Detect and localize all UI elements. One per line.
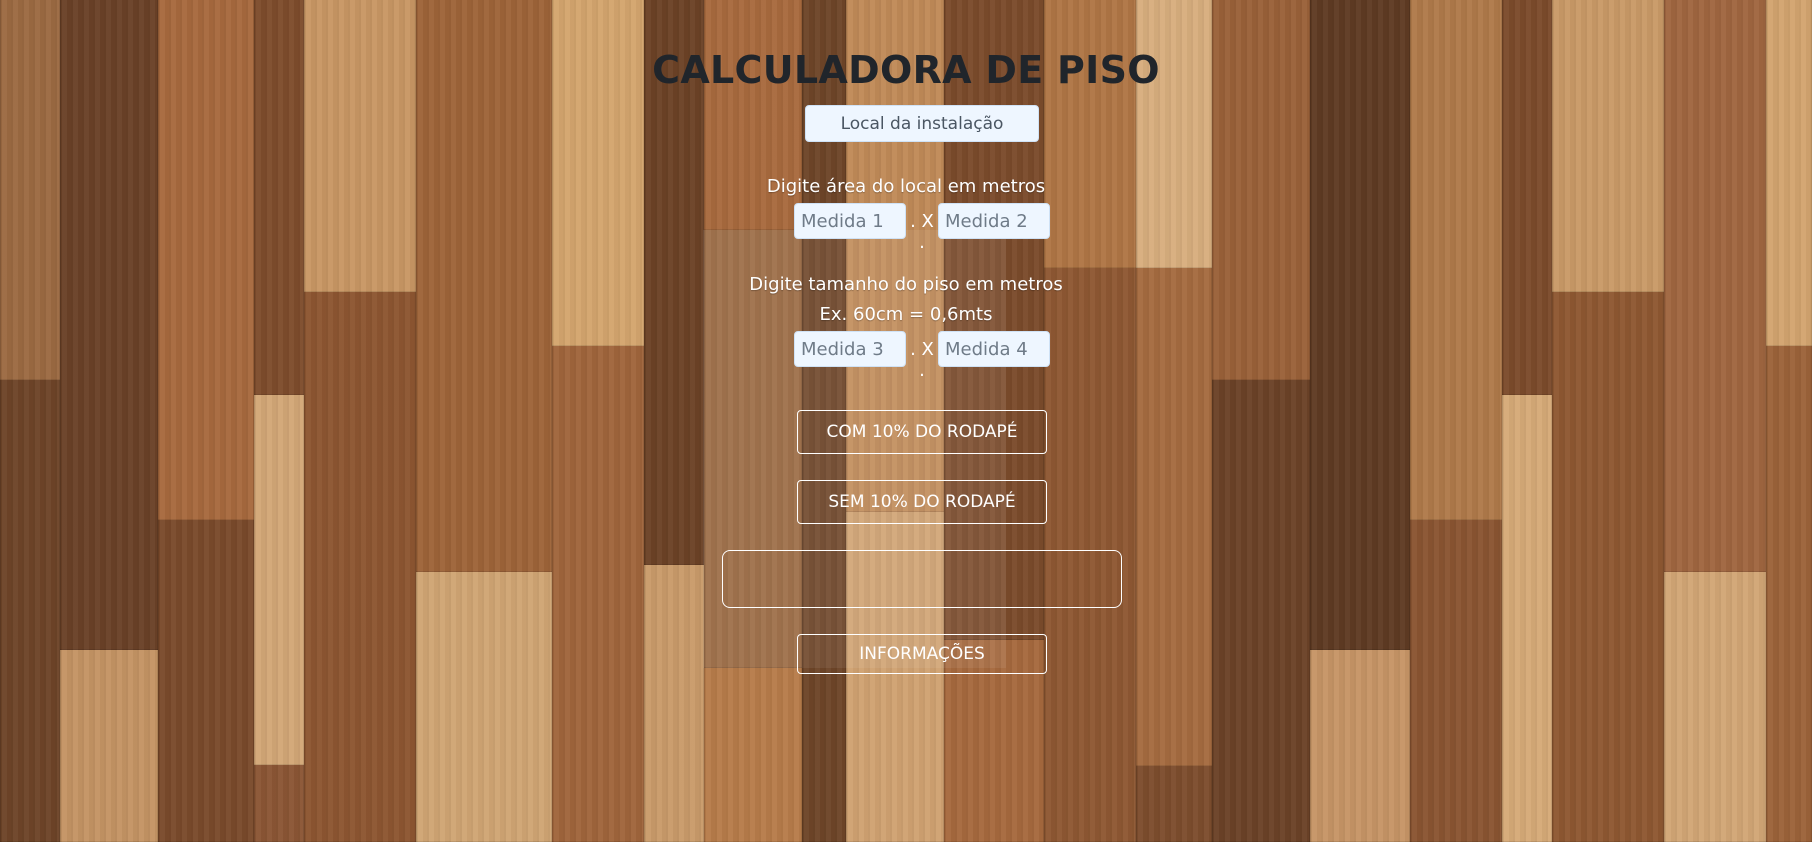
tile-size-example: Ex. 60cm = 0,6mts xyxy=(819,304,993,325)
measure-1-input[interactable] xyxy=(794,203,906,239)
area-x-separator: . X . xyxy=(910,211,934,253)
measure-2-input[interactable] xyxy=(938,203,1050,239)
info-button[interactable]: INFORMAÇÕES xyxy=(797,634,1047,674)
measure-4-input[interactable] xyxy=(938,331,1050,367)
result-box xyxy=(722,550,1122,608)
floor-calculator-app: CALCULADORA DE PISO Local da instalação … xyxy=(0,0,1812,842)
with-baseboard-button[interactable]: COM 10% DO RODAPÉ xyxy=(797,410,1047,454)
tile-size-label: Digite tamanho do piso em metros xyxy=(749,274,1063,295)
measure-3-input[interactable] xyxy=(794,331,906,367)
without-baseboard-button[interactable]: SEM 10% DO RODAPÉ xyxy=(797,480,1047,524)
install-location-placeholder: Local da instalação xyxy=(840,113,1004,134)
page-title: CALCULADORA DE PISO xyxy=(652,48,1160,92)
install-location-select[interactable]: Local da instalação xyxy=(805,105,1039,142)
area-label: Digite área do local em metros xyxy=(766,176,1046,197)
tile-x-separator: . X . xyxy=(910,339,934,381)
